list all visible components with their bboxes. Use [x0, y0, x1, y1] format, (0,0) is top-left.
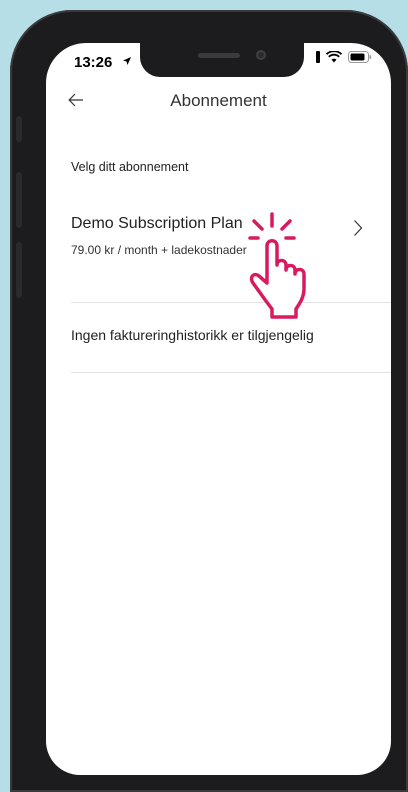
- battery-icon: [348, 51, 372, 63]
- tap-hand-icon: [248, 212, 306, 319]
- status-time: 13:26: [74, 54, 113, 71]
- page-title: Abonnement: [170, 91, 267, 110]
- app-screen: 13:26 Abonnement Velg ditt abonnement De…: [46, 43, 391, 775]
- speaker: [198, 53, 240, 58]
- divider: [71, 372, 391, 373]
- subscription-plan-row[interactable]: [46, 203, 391, 273]
- signal-icon: [316, 51, 320, 63]
- section-label: Velg ditt abonnement: [71, 160, 189, 174]
- volume-up-button: [16, 172, 22, 228]
- wifi-icon: [326, 51, 342, 63]
- chevron-right-icon[interactable]: [353, 219, 363, 243]
- status-indicators: [316, 51, 372, 63]
- mute-switch: [16, 116, 22, 142]
- camera: [256, 50, 266, 60]
- notch: [140, 43, 304, 77]
- plan-price: 79.00 kr / month + ladekostnader: [71, 243, 247, 257]
- plan-name[interactable]: Demo Subscription Plan: [71, 215, 243, 233]
- phone-frame: 13:26 Abonnement Velg ditt abonnement De…: [10, 10, 408, 792]
- volume-down-button: [16, 242, 22, 298]
- billing-history-empty: Ingen faktureringhistorikk er tilgjengel…: [71, 327, 314, 343]
- location-arrow-icon: [123, 57, 131, 65]
- divider: [71, 302, 391, 303]
